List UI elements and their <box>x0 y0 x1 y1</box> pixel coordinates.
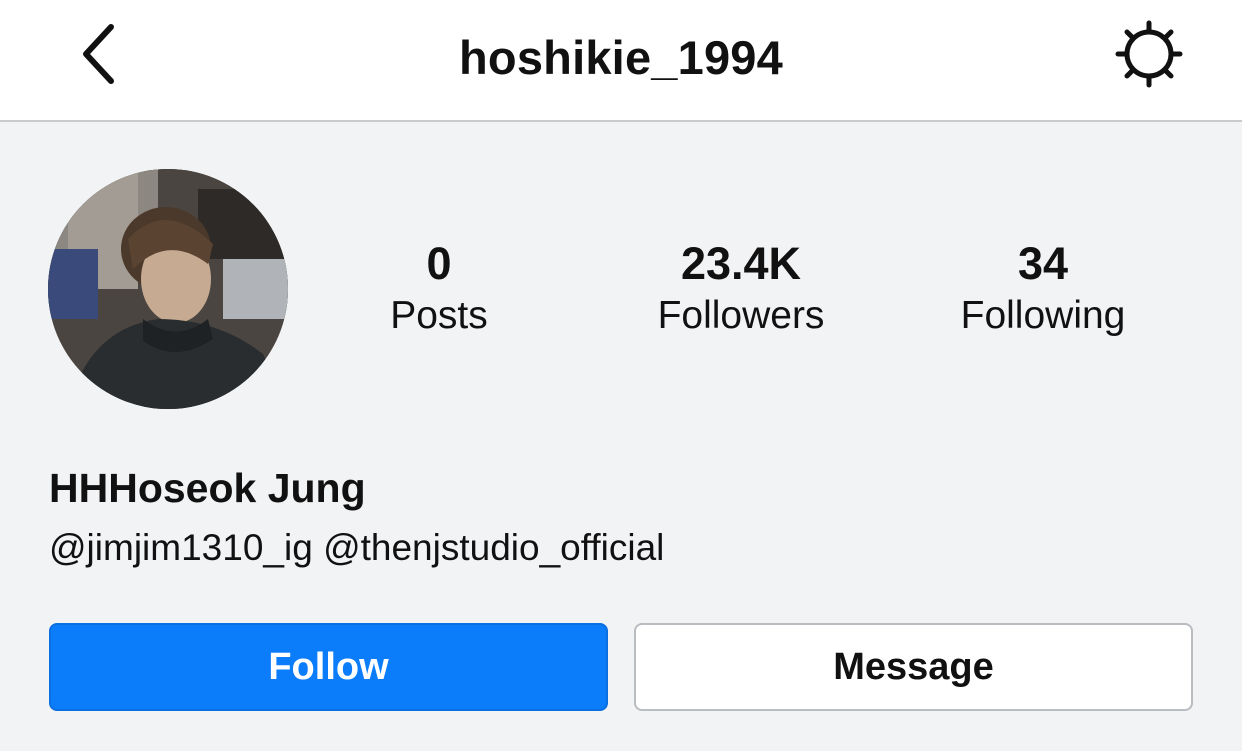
gear-icon <box>1114 19 1184 94</box>
follow-button[interactable]: Follow <box>49 623 608 711</box>
posts-count: 0 <box>426 238 452 289</box>
posts-stat[interactable]: 0 Posts <box>309 236 569 340</box>
followers-stat[interactable]: 23.4K Followers <box>611 236 871 340</box>
message-button[interactable]: Message <box>634 623 1193 711</box>
bio-mention-link[interactable]: @thenjstudio_official <box>323 527 664 568</box>
bio-text: @jimjim1310_ig @thenjstudio_official <box>49 527 664 569</box>
settings-button[interactable] <box>1108 18 1190 94</box>
top-navigation-bar: hoshikie_1994 <box>0 0 1242 122</box>
posts-label: Posts <box>390 294 488 337</box>
bio-mention-link[interactable]: @jimjim1310_ig <box>49 527 313 568</box>
following-count: 34 <box>1017 238 1069 289</box>
followers-count: 23.4K <box>680 238 802 289</box>
display-name: HHHoseok Jung <box>49 465 366 511</box>
followers-label: Followers <box>657 294 825 337</box>
following-stat[interactable]: 34 Following <box>913 236 1173 340</box>
profile-photo <box>48 169 288 409</box>
profile-username-title: hoshikie_1994 <box>459 31 783 84</box>
avatar[interactable] <box>48 169 288 409</box>
following-label: Following <box>960 294 1126 337</box>
